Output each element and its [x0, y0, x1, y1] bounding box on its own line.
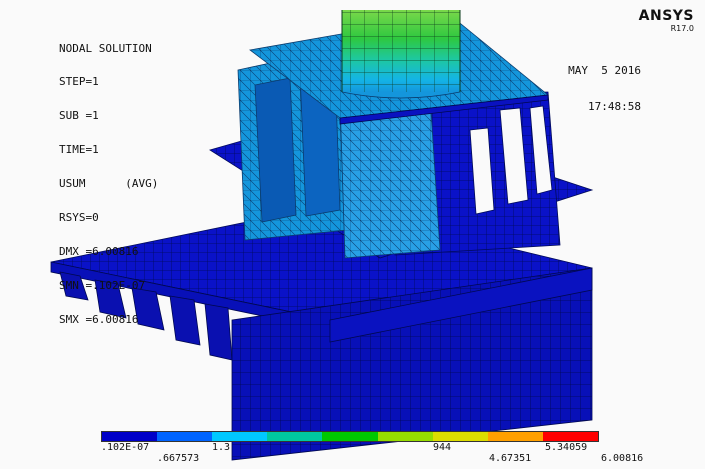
legend-swatch-4	[267, 432, 323, 441]
plot-title: NODAL SOLUTION	[59, 41, 152, 55]
legend-swatch-8	[487, 432, 543, 441]
info-line-time: TIME=1	[59, 143, 99, 157]
legend-label-min: .102E-07	[101, 442, 150, 453]
legend-swatch-2	[157, 432, 213, 441]
legend-label-8: 5.34059	[545, 442, 588, 453]
legend-label-7: 4.67351	[489, 453, 532, 464]
legend-label-max: 6.00816	[601, 453, 644, 464]
contour-legend-bar	[101, 431, 599, 442]
legend-label-2: 1.3	[212, 442, 231, 453]
info-line-usum: USUM (AVG)	[59, 177, 159, 191]
brand-name: ANSYS	[638, 8, 694, 24]
legend-swatch-1	[102, 432, 158, 441]
datetime-stamp: MAY 5 2016 17:48:58	[568, 41, 641, 125]
date-text: MAY 5 2016	[568, 64, 641, 77]
legend-swatch-7	[432, 432, 488, 441]
time-text: 17:48:58	[588, 100, 641, 113]
legend-swatch-3	[212, 432, 268, 441]
info-line-dmx: DMX =6.00816	[59, 244, 139, 258]
legend-swatch-9	[542, 432, 598, 441]
info-line-rsys: RSYS=0	[59, 211, 99, 225]
info-line-step: STEP=1	[59, 75, 99, 89]
info-line-smn: SMN =.102E-07	[59, 278, 146, 292]
info-line-smx: SMX =6.00816	[59, 312, 139, 326]
legend-swatch-5	[322, 432, 378, 441]
info-line-sub: SUB =1	[59, 109, 99, 123]
legend-label-1: .667573	[157, 453, 200, 464]
legend-label-5: 944	[433, 442, 452, 453]
brand-version: R17.0	[670, 24, 694, 33]
ansys-logo: ANSYS R17.0	[638, 8, 694, 34]
legend-swatch-6	[377, 432, 433, 441]
solution-info-panel: NODAL SOLUTION STEP=1 SUB =1 TIME=1 USUM…	[59, 20, 158, 336]
